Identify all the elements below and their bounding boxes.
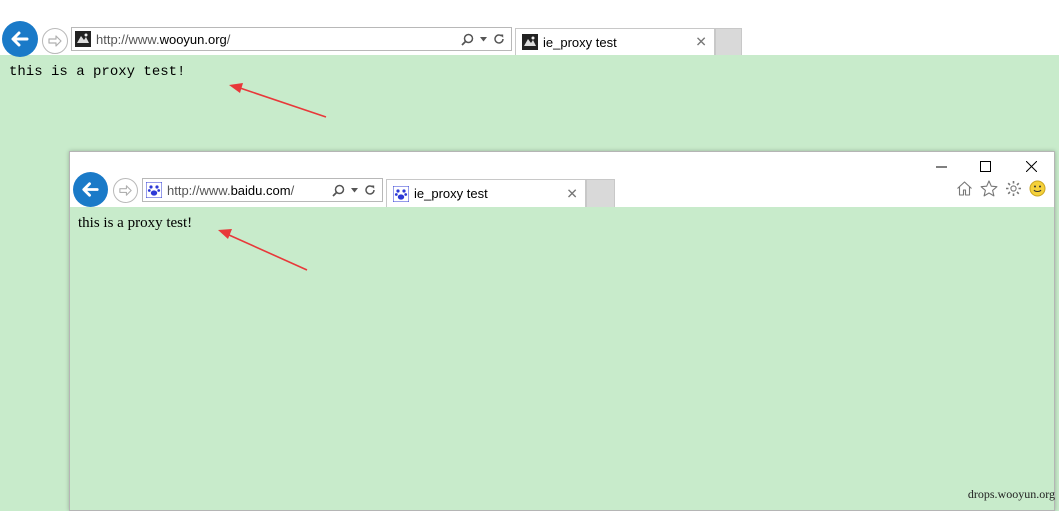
wooyun-favicon-icon (75, 31, 91, 47)
smiley-icon[interactable] (1029, 180, 1046, 197)
outer-back-button[interactable] (2, 21, 38, 57)
back-arrow-icon (82, 182, 99, 197)
maximize-button[interactable] (970, 156, 1000, 176)
inner-browser-window: http://www.baidu.com/ ie_proxy test ✕ th… (69, 151, 1055, 511)
forward-arrow-icon (48, 35, 62, 47)
wooyun-favicon-icon (522, 34, 538, 50)
refresh-icon[interactable] (364, 184, 376, 196)
outer-tab-title: ie_proxy test (543, 34, 617, 50)
outer-url-suffix: / (226, 31, 231, 47)
command-icons (956, 180, 1046, 197)
gear-icon[interactable] (1005, 180, 1022, 197)
inner-tab-title: ie_proxy test (414, 186, 488, 201)
inner-back-button[interactable] (73, 172, 108, 207)
close-tab-icon[interactable]: ✕ (566, 185, 578, 202)
minimize-button[interactable] (926, 156, 956, 176)
outer-forward-button[interactable] (42, 28, 68, 54)
inner-url-prefix: http://www. (167, 182, 231, 198)
inner-url-suffix: / (290, 182, 295, 198)
baidu-paw-favicon-icon (146, 182, 162, 198)
minimize-icon (935, 166, 947, 167)
outer-new-tab-button[interactable] (715, 28, 742, 55)
refresh-icon[interactable] (493, 33, 505, 45)
star-icon[interactable] (980, 180, 998, 197)
close-tab-icon[interactable]: ✕ (695, 34, 707, 51)
outer-url-prefix: http://www. (96, 31, 160, 47)
outer-page-text: this is a proxy test! (9, 64, 186, 80)
annotation-arrow-outer (229, 83, 327, 118)
search-icon[interactable] (332, 184, 345, 197)
back-arrow-icon (11, 31, 29, 47)
inner-address-bar[interactable]: http://www.baidu.com/ (142, 178, 383, 202)
inner-new-tab-button[interactable] (586, 179, 615, 207)
outer-tab-active[interactable]: ie_proxy test ✕ (515, 28, 715, 55)
forward-arrow-icon (119, 185, 132, 196)
inner-page-text: this is a proxy test! (78, 215, 193, 231)
baidu-paw-favicon-icon (393, 185, 409, 202)
inner-browser-toolbar: http://www.baidu.com/ ie_proxy test ✕ (70, 152, 1054, 207)
dropdown-arrow-icon[interactable] (480, 36, 487, 42)
outer-url: http://www.wooyun.org/ (96, 32, 230, 47)
outer-browser-toolbar: http://www.wooyun.org/ ie_proxy test ✕ (0, 0, 1059, 57)
outer-address-bar[interactable]: http://www.wooyun.org/ (71, 27, 512, 51)
inner-url-domain: baidu.com (230, 182, 291, 198)
dropdown-arrow-icon[interactable] (351, 187, 358, 193)
inner-url: http://www.baidu.com/ (167, 183, 294, 198)
inner-tab-active[interactable]: ie_proxy test ✕ (386, 179, 586, 207)
close-window-icon (1025, 160, 1037, 172)
search-icon[interactable] (461, 33, 474, 46)
maximize-icon (979, 160, 991, 172)
outer-url-domain: wooyun.org (159, 31, 227, 47)
watermark: drops.wooyun.org (967, 487, 1055, 501)
close-window-button[interactable] (1016, 156, 1046, 176)
inner-forward-button[interactable] (113, 178, 138, 203)
home-icon[interactable] (956, 180, 973, 197)
